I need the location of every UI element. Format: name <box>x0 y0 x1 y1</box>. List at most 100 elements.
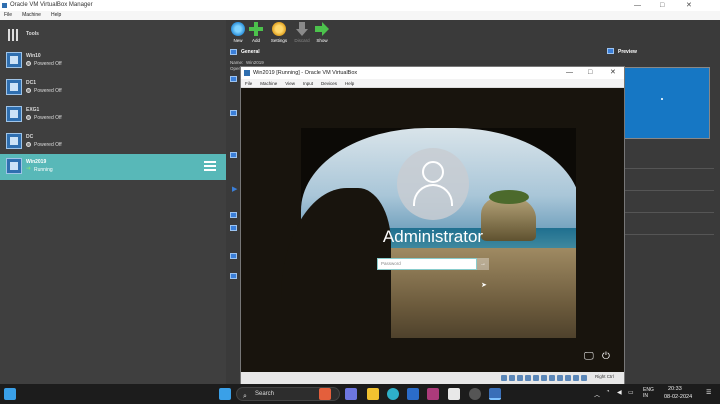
vm-name: Win10 <box>26 53 41 59</box>
menu-help[interactable]: Help <box>51 12 61 18</box>
user-body-icon <box>413 184 453 206</box>
shared-folder-status-icon[interactable] <box>541 375 547 381</box>
file-explorer-icon[interactable] <box>367 388 379 400</box>
vm-name: DC1 <box>26 80 37 86</box>
search-icon: ⌕ <box>243 393 247 400</box>
cave-right <box>576 88 624 372</box>
vm-preview-thumbnail <box>624 67 710 139</box>
virtualbox-vm-taskbar-icon[interactable] <box>489 388 501 400</box>
vm-menu-machine[interactable]: Machine <box>260 81 277 86</box>
vm-menu-help[interactable]: Help <box>345 81 354 86</box>
vm-status-bar: Right Ctrl <box>241 372 624 384</box>
notification-icon[interactable]: ☰ <box>706 389 711 396</box>
vm-item-win10[interactable]: Win10 Powered Off <box>0 48 226 74</box>
maximize-button[interactable]: □ <box>660 0 664 11</box>
vm-os-icon <box>6 106 22 122</box>
menu-machine[interactable]: Machine <box>22 12 41 18</box>
teams-icon[interactable] <box>345 388 357 400</box>
network-status-small-icon[interactable] <box>525 375 531 381</box>
show-button[interactable]: Show <box>310 22 334 43</box>
close-button[interactable]: ✕ <box>686 0 692 11</box>
general-icon <box>230 49 237 55</box>
wifi-icon[interactable]: ◔ <box>606 389 610 395</box>
network-icon <box>230 212 237 218</box>
windows-start-icon[interactable] <box>219 388 231 400</box>
virtualbox-taskbar-icon[interactable] <box>448 388 460 400</box>
usb-status-icon[interactable] <box>533 375 539 381</box>
divider <box>624 168 714 190</box>
menu-file[interactable]: File <box>4 12 12 18</box>
vm-item-dc1[interactable]: DC1 Powered Off <box>0 75 226 101</box>
vm-maximize-button[interactable]: □ <box>588 67 592 79</box>
divider <box>624 212 714 234</box>
vm-item-win2019[interactable]: Win2019 ➜ Running <box>0 154 226 180</box>
keyboard-status-icon[interactable] <box>581 375 587 381</box>
powered-off-icon <box>26 61 31 66</box>
name-label: Name: <box>230 60 244 65</box>
user-head-icon <box>422 161 444 183</box>
vm-display[interactable]: Administrator Password → ➤ 🖵 ⏻ <box>241 88 624 372</box>
add-icon <box>249 22 263 36</box>
lockscreen-greenery <box>489 190 529 204</box>
vm-menu-input[interactable]: Input <box>303 81 313 86</box>
new-label: New <box>233 38 243 43</box>
widgets-icon[interactable] <box>4 388 16 400</box>
preview-header: Preview <box>618 49 637 55</box>
cpu-status-icon[interactable] <box>565 375 571 381</box>
show-arrow-icon <box>315 22 329 36</box>
os-label: Oper <box>230 66 241 71</box>
vm-menu-file[interactable]: File <box>245 81 252 86</box>
vm-close-button[interactable]: ✕ <box>610 67 616 79</box>
recording-status-icon[interactable] <box>557 375 563 381</box>
clock-time[interactable]: 20:33 <box>668 386 682 392</box>
manager-title: Oracle VM VirtualBox Manager <box>10 2 93 8</box>
virtualbox-icon <box>2 3 7 8</box>
powered-off-icon <box>26 88 31 93</box>
minimize-button[interactable]: — <box>634 0 641 11</box>
edge-icon[interactable] <box>387 388 399 400</box>
vm-item-dc[interactable]: DC Powered Off <box>0 129 226 155</box>
vm-menu-icon[interactable] <box>204 161 216 171</box>
settings-button[interactable]: Settings <box>267 22 291 43</box>
vm-menu-view[interactable]: View <box>285 81 295 86</box>
tools-item[interactable]: Tools <box>0 22 226 46</box>
store-icon[interactable] <box>407 388 419 400</box>
optical-status-icon[interactable] <box>509 375 515 381</box>
vm-minimize-button[interactable]: — <box>566 67 573 79</box>
display-status-icon[interactable] <box>549 375 555 381</box>
copilot-icon[interactable] <box>319 388 331 400</box>
vm-state: Powered Off <box>34 61 62 67</box>
manager-menu-bar: File Machine Help <box>0 11 720 20</box>
app-icon[interactable] <box>427 388 439 400</box>
clock-date[interactable]: 08-02-2024 <box>664 394 692 400</box>
hdd-status-icon[interactable] <box>501 375 507 381</box>
shared-folders-icon <box>230 253 237 259</box>
tray-chevron-icon[interactable]: ︿ <box>594 390 600 399</box>
vm-menu-devices[interactable]: Devices <box>321 81 337 86</box>
volume-icon[interactable]: ◀ <box>617 389 622 396</box>
usb-icon <box>230 225 237 231</box>
general-header: General <box>241 49 260 55</box>
discard-label: Discard <box>294 38 310 43</box>
add-button[interactable]: Add <box>244 22 268 43</box>
vm-os-icon <box>6 79 22 95</box>
audio-status-icon[interactable] <box>517 375 523 381</box>
submit-arrow-button[interactable]: → <box>477 258 489 270</box>
running-icon: ➜ <box>26 166 32 172</box>
cave-floor-shadow <box>241 338 624 372</box>
name-value: Win2019 <box>246 60 264 65</box>
add-label: Add <box>251 38 260 43</box>
display-icon <box>230 110 237 116</box>
network-status-icon[interactable]: 🖵 <box>584 351 594 362</box>
tools-icon <box>8 29 20 41</box>
vm-item-exg1[interactable]: EXG1 Powered Off <box>0 102 226 128</box>
battery-icon[interactable]: ▭ <box>628 389 634 396</box>
power-icon[interactable]: ⏻ <box>602 351 610 362</box>
app-icon-2[interactable] <box>469 388 481 400</box>
manager-title-bar: Oracle VM VirtualBox Manager — □ ✕ <box>0 0 720 11</box>
password-field[interactable]: Password <box>377 258 477 270</box>
mouse-integration-icon[interactable] <box>573 375 579 381</box>
host-key-label: Right Ctrl <box>595 374 614 379</box>
vm-list-sidebar: Tools Win10 Powered Off DC1 Powered Off … <box>0 20 226 384</box>
language-indicator[interactable]: ENG IN <box>643 387 654 399</box>
